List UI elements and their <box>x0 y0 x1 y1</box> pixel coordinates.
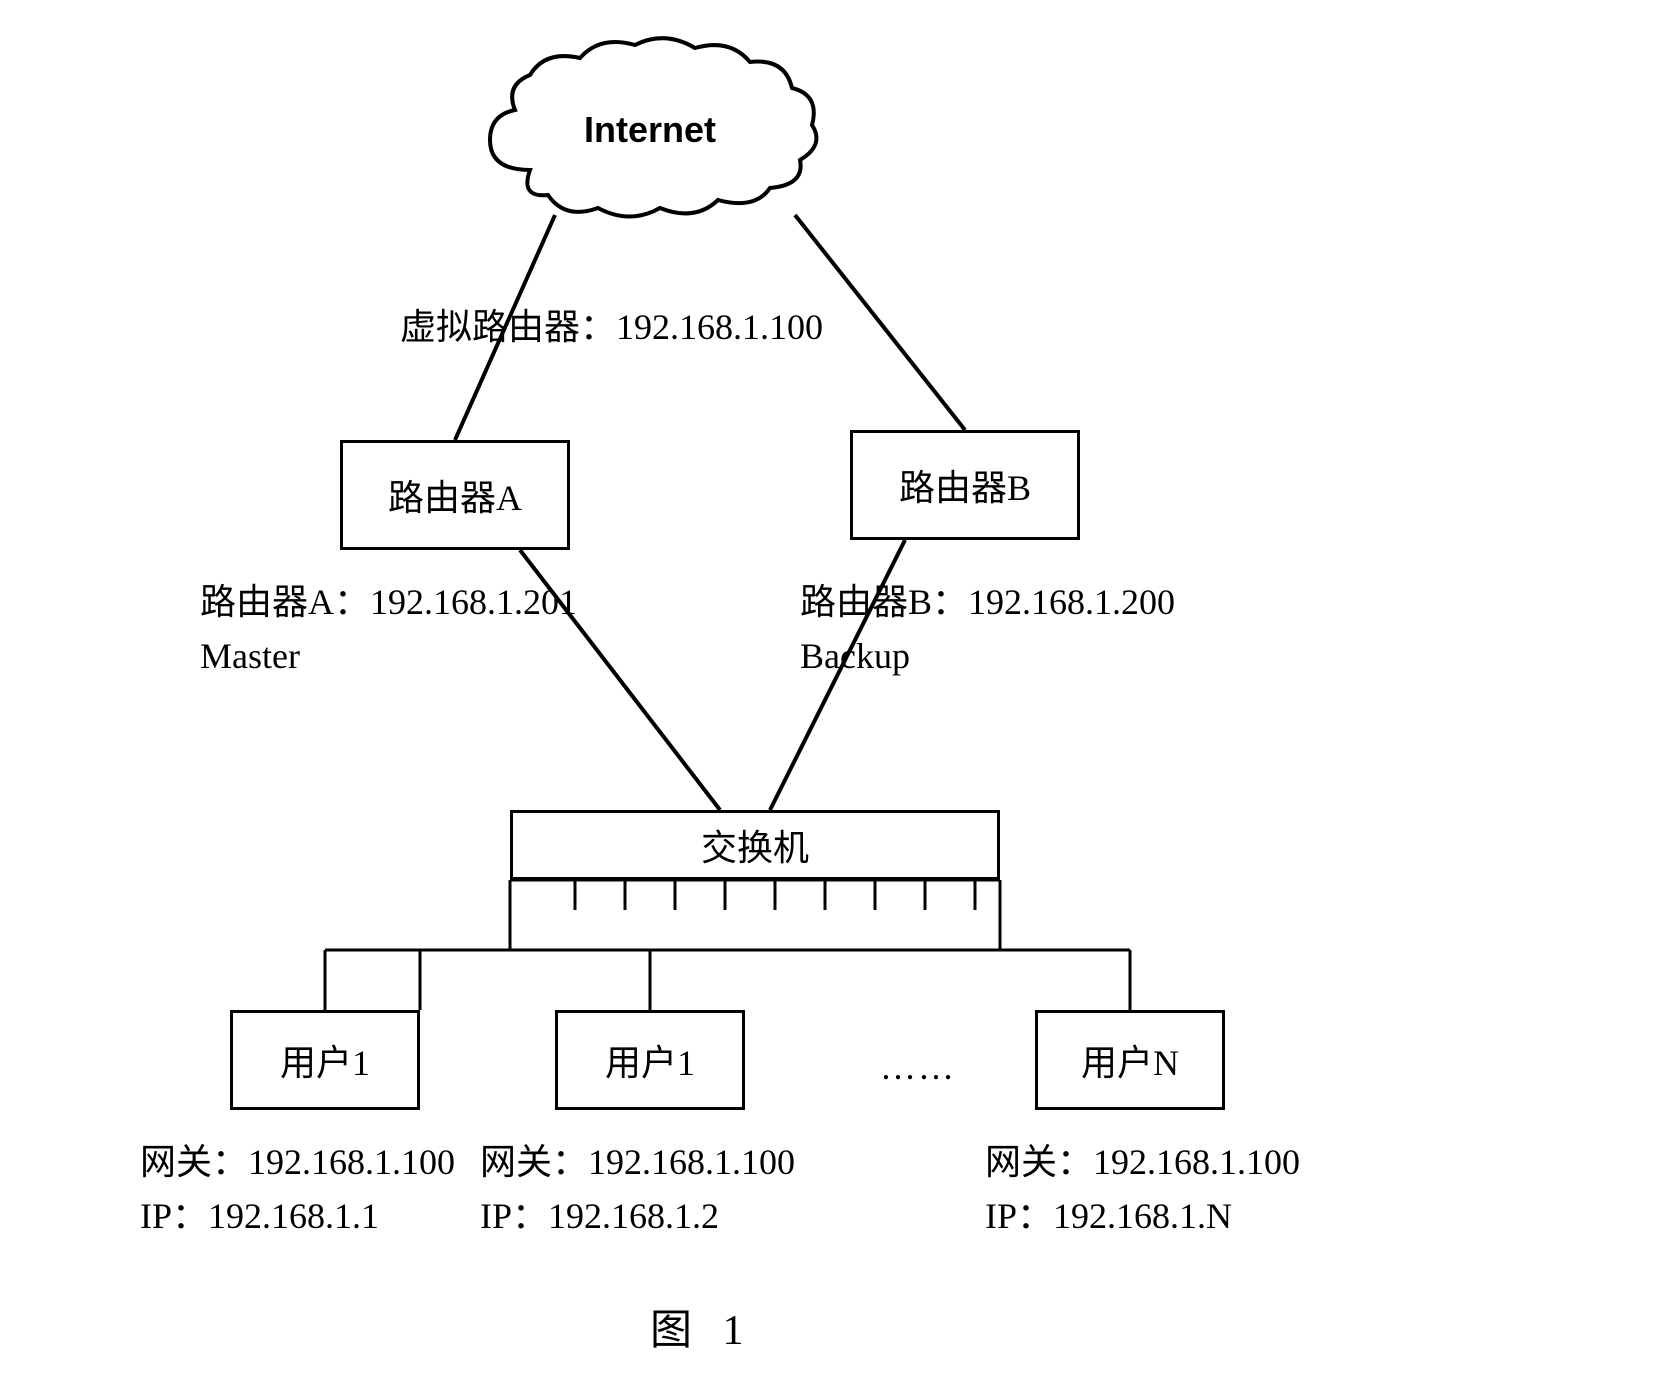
router-a-info: 路由器A：192.168.1.201 Master <box>200 575 577 683</box>
internet-cloud: Internet <box>470 30 830 230</box>
user-n-box-label: 用户N <box>1081 1034 1179 1086</box>
user-2-box: 用户1 <box>555 1010 745 1110</box>
ellipsis: …… <box>880 1040 956 1094</box>
router-b-box: 路由器B <box>850 430 1080 540</box>
switch-label: 交换机 <box>701 819 809 871</box>
internet-label: Internet <box>584 109 716 151</box>
user-n-info: 网关：192.168.1.100 IP：192.168.1.N <box>985 1135 1300 1243</box>
router-a-box: 路由器A <box>340 440 570 550</box>
virtual-router-label: 虚拟路由器：192.168.1.100 <box>400 300 823 354</box>
router-b-info: 路由器B：192.168.1.200 Backup <box>800 575 1175 683</box>
user-1-box: 用户1 <box>230 1010 420 1110</box>
router-b-box-label: 路由器B <box>899 459 1031 511</box>
network-diagram: Internet 虚拟路由器：192.168.1.100 路由器A 路由器B 路… <box>0 0 1656 1380</box>
router-a-box-label: 路由器A <box>388 469 522 521</box>
user-2-box-label: 用户1 <box>605 1034 695 1086</box>
switch-box: 交换机 <box>510 810 1000 880</box>
user-1-info: 网关：192.168.1.100 IP：192.168.1.1 <box>140 1135 455 1243</box>
user-2-info: 网关：192.168.1.100 IP：192.168.1.2 <box>480 1135 795 1243</box>
user-1-box-label: 用户1 <box>280 1034 370 1086</box>
user-n-box: 用户N <box>1035 1010 1225 1110</box>
figure-caption: 图 1 <box>650 1300 754 1363</box>
